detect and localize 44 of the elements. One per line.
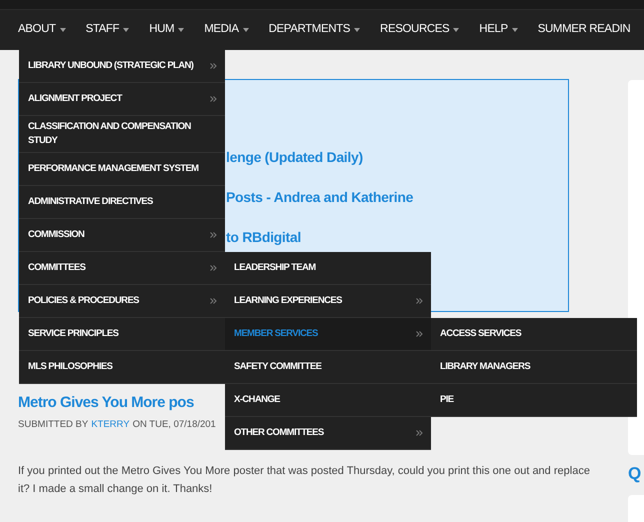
menu-item[interactable]: LEADERSHIP TEAM [225,252,431,285]
caret-icon [354,28,360,32]
nav-item[interactable]: DEPARTMENTS [268,21,360,39]
double-chevron-icon [210,232,217,238]
caret-icon [512,28,518,32]
caret-icon [60,28,66,32]
menu-item[interactable]: LIBRARY MANAGERS [431,351,637,384]
menu-item[interactable]: PIE [431,384,637,417]
menu-item[interactable]: ADMINISTRATIVE DIRECTIVES [19,186,225,219]
caret-icon [123,28,130,32]
menu-item[interactable]: PERFORMANCE MANAGEMENT SYSTEM [19,153,225,186]
nav-item[interactable]: STAFF [86,21,130,39]
menu-item[interactable]: OTHER COMMITTEES [225,417,431,450]
menu-item[interactable]: MLS PHILOSOPHIES [19,351,225,384]
menu-item[interactable]: POLICIES & PROCEDURES [19,285,225,318]
nav-item[interactable]: MEDIA [204,21,249,39]
caret-icon [242,28,249,32]
menu-item[interactable]: COMMISSION [19,219,225,252]
nav-item[interactable]: HELP [479,21,518,39]
nav-item[interactable]: RESOURCES [380,21,460,39]
submitted-label: SUBMITTED BY [18,418,88,432]
nav-item[interactable]: HUM [149,21,184,39]
menu-item[interactable]: MEMBER SERVICES [225,318,431,351]
menu-item[interactable]: ALIGNMENT PROJECT [19,83,225,116]
double-chevron-icon [416,298,423,304]
caret-icon [453,28,460,32]
double-chevron-icon [210,298,217,304]
caret-icon [178,28,184,32]
menu-item[interactable]: X-CHANGE [225,384,431,417]
menu-item[interactable]: LIBRARY UNBOUND (STRATEGIC PLAN) [19,50,225,83]
post-body: If you printed out the Metro Gives You More poster that was posted Thursday, could you print this one out and replace it? I made a small change on it. Thanks! [18,464,591,498]
post-date: ON TUE, 07/18/201 [132,418,216,432]
menu-item[interactable]: CLASSIFICATION AND COMPENSATION STUDY [19,116,225,153]
menu-item[interactable]: SAFETY COMMITTEE [225,351,431,384]
double-chevron-icon [416,331,423,337]
menu-item[interactable]: SERVICE PRINCIPLES [19,318,225,351]
double-chevron-icon [416,430,423,436]
sidebar-heading: Q [628,463,642,485]
nav-item[interactable]: ABOUT [18,21,66,39]
double-chevron-icon [210,265,217,271]
double-chevron-icon [210,96,217,102]
double-chevron-icon [210,63,217,69]
menu-item[interactable]: ACCESS SERVICES [431,318,637,351]
nav-item[interactable]: SUMMER READIN [538,21,630,39]
